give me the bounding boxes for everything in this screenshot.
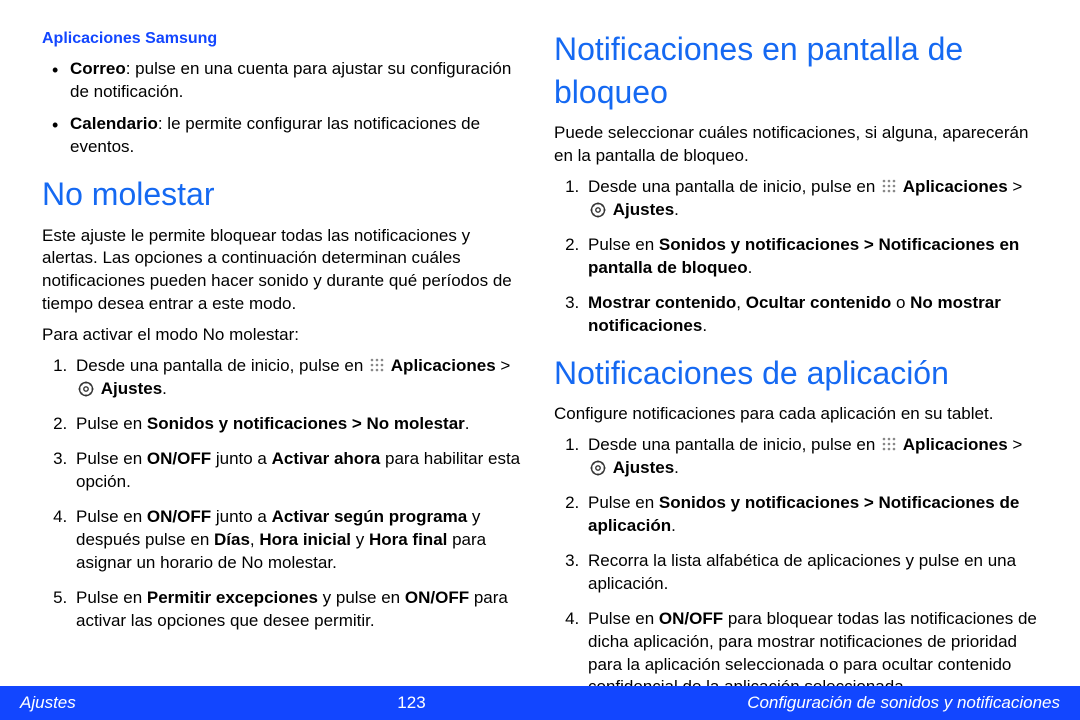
lock-s2-pre: Pulse en — [588, 235, 659, 254]
lock-steps: Desde una pantalla de inicio, pulse en A… — [564, 176, 1038, 338]
bullet-list: Correo: pulse en una cuenta para ajustar… — [52, 58, 526, 160]
heading-lock-notifs: Notificaciones en pantalla de bloqueo — [554, 28, 1038, 114]
lock-s3-b2: Ocultar contenido — [746, 293, 891, 312]
nm-step-4: Pulse en ON/OFF junto a Activar según pr… — [72, 506, 526, 575]
nm-step2-end: . — [465, 414, 470, 433]
settings-gear-icon — [590, 460, 606, 476]
nm-step5-b1: Permitir excepciones — [147, 588, 318, 607]
lock-s3-c2: o — [891, 293, 910, 312]
lock-s2-end: . — [748, 258, 753, 277]
lock-s1-gt: > — [1008, 177, 1023, 196]
app-step-3: Recorra la lista alfabética de aplicacio… — [584, 550, 1038, 596]
bullet-correo-bold: Correo — [70, 59, 126, 78]
app-s1-apps: Aplicaciones — [903, 435, 1008, 454]
nm-step4-b4: Hora inicial — [259, 530, 351, 549]
app-s1-ajustes: Ajustes — [613, 458, 674, 477]
nm-step3-pre: Pulse en — [76, 449, 147, 468]
nomolestar-intro: Este ajuste le permite bloquear todas la… — [42, 225, 526, 317]
lock-step-3: Mostrar contenido, Ocultar contenido o N… — [584, 292, 1038, 338]
nomolestar-lead: Para activar el modo No molestar: — [42, 324, 526, 347]
settings-gear-icon — [78, 381, 94, 397]
app-s4-pre: Pulse en — [588, 609, 659, 628]
nm-step1-end: . — [162, 379, 167, 398]
lock-s3-c1: , — [736, 293, 745, 312]
nm-step-2: Pulse en Sonidos y notificaciones > No m… — [72, 413, 526, 436]
app-s4-b1: ON/OFF — [659, 609, 723, 628]
nm-step3-b1: ON/OFF — [147, 449, 211, 468]
left-column: Aplicaciones Samsung Correo: pulse en un… — [28, 28, 540, 680]
lock-s3-b1: Mostrar contenido — [588, 293, 736, 312]
nm-step3-b2: Activar ahora — [272, 449, 381, 468]
lock-s1-apps: Aplicaciones — [903, 177, 1008, 196]
app-step-1: Desde una pantalla de inicio, pulse en A… — [584, 434, 1038, 480]
two-column-layout: Aplicaciones Samsung Correo: pulse en un… — [0, 0, 1080, 680]
nm-step1-gt: > — [496, 356, 511, 375]
nm-step-1: Desde una pantalla de inicio, pulse en A… — [72, 355, 526, 401]
nm-step5-b2: ON/OFF — [405, 588, 469, 607]
app-s1-end: . — [674, 458, 679, 477]
lock-s1-end: . — [674, 200, 679, 219]
lock-s1-ajustes: Ajustes — [613, 200, 674, 219]
footer-page-number: 123 — [76, 693, 747, 713]
nm-step-5: Pulse en Permitir excepciones y pulse en… — [72, 587, 526, 633]
footer-left: Ajustes — [20, 693, 76, 713]
document-page: Aplicaciones Samsung Correo: pulse en un… — [0, 0, 1080, 720]
lock-intro: Puede seleccionar cuáles notificaciones,… — [554, 122, 1038, 168]
lock-s1-pre: Desde una pantalla de inicio, pulse en — [588, 177, 880, 196]
nomolestar-steps: Desde una pantalla de inicio, pulse en A… — [52, 355, 526, 632]
apps-grid-icon — [882, 437, 896, 451]
nm-step-3: Pulse en ON/OFF junto a Activar ahora pa… — [72, 448, 526, 494]
app-s2-end: . — [671, 516, 676, 535]
nm-step4-mid: junto a — [211, 507, 272, 526]
nm-step1-pre: Desde una pantalla de inicio, pulse en — [76, 356, 368, 375]
app-s2-pre: Pulse en — [588, 493, 659, 512]
nm-step4-c1: , — [250, 530, 259, 549]
footer-right: Configuración de sonidos y notificacione… — [747, 693, 1060, 713]
settings-gear-icon — [590, 202, 606, 218]
apps-grid-icon — [370, 358, 384, 372]
bullet-calendario: Calendario: le permite configurar las no… — [52, 113, 526, 159]
heading-no-molestar: No molestar — [42, 173, 526, 216]
nm-step5-pre: Pulse en — [76, 588, 147, 607]
nm-step4-b2: Activar según programa — [272, 507, 468, 526]
heading-app-notifs: Notificaciones de aplicación — [554, 352, 1038, 395]
apps-grid-icon — [882, 179, 896, 193]
app-s1-gt: > — [1008, 435, 1023, 454]
lock-step-1: Desde una pantalla de inicio, pulse en A… — [584, 176, 1038, 222]
nm-step5-mid: y pulse en — [318, 588, 405, 607]
bullet-correo: Correo: pulse en una cuenta para ajustar… — [52, 58, 526, 104]
nm-step4-c2: y — [351, 530, 369, 549]
subheader-samsung-apps: Aplicaciones Samsung — [42, 28, 526, 50]
app-step-2: Pulse en Sonidos y notificaciones > Noti… — [584, 492, 1038, 538]
right-column: Notificaciones en pantalla de bloqueo Pu… — [540, 28, 1052, 680]
bullet-calendario-bold: Calendario — [70, 114, 158, 133]
bullet-correo-text: : pulse en una cuenta para ajustar su co… — [70, 59, 511, 101]
nm-step3-mid: junto a — [211, 449, 272, 468]
nm-step1-apps: Aplicaciones — [391, 356, 496, 375]
page-footer: Ajustes 123 Configuración de sonidos y n… — [0, 686, 1080, 720]
lock-s3-end: . — [702, 316, 707, 335]
nm-step4-b3: Días — [214, 530, 250, 549]
app-steps: Desde una pantalla de inicio, pulse en A… — [564, 434, 1038, 699]
nm-step2-bold: Sonidos y notificaciones > No molestar — [147, 414, 465, 433]
nm-step1-ajustes: Ajustes — [101, 379, 162, 398]
nm-step4-b1: ON/OFF — [147, 507, 211, 526]
nm-step2-pre: Pulse en — [76, 414, 147, 433]
nm-step4-b5: Hora final — [369, 530, 447, 549]
app-s1-pre: Desde una pantalla de inicio, pulse en — [588, 435, 880, 454]
nm-step4-pre: Pulse en — [76, 507, 147, 526]
lock-step-2: Pulse en Sonidos y notificaciones > Noti… — [584, 234, 1038, 280]
app-intro: Configure notificaciones para cada aplic… — [554, 403, 1038, 426]
